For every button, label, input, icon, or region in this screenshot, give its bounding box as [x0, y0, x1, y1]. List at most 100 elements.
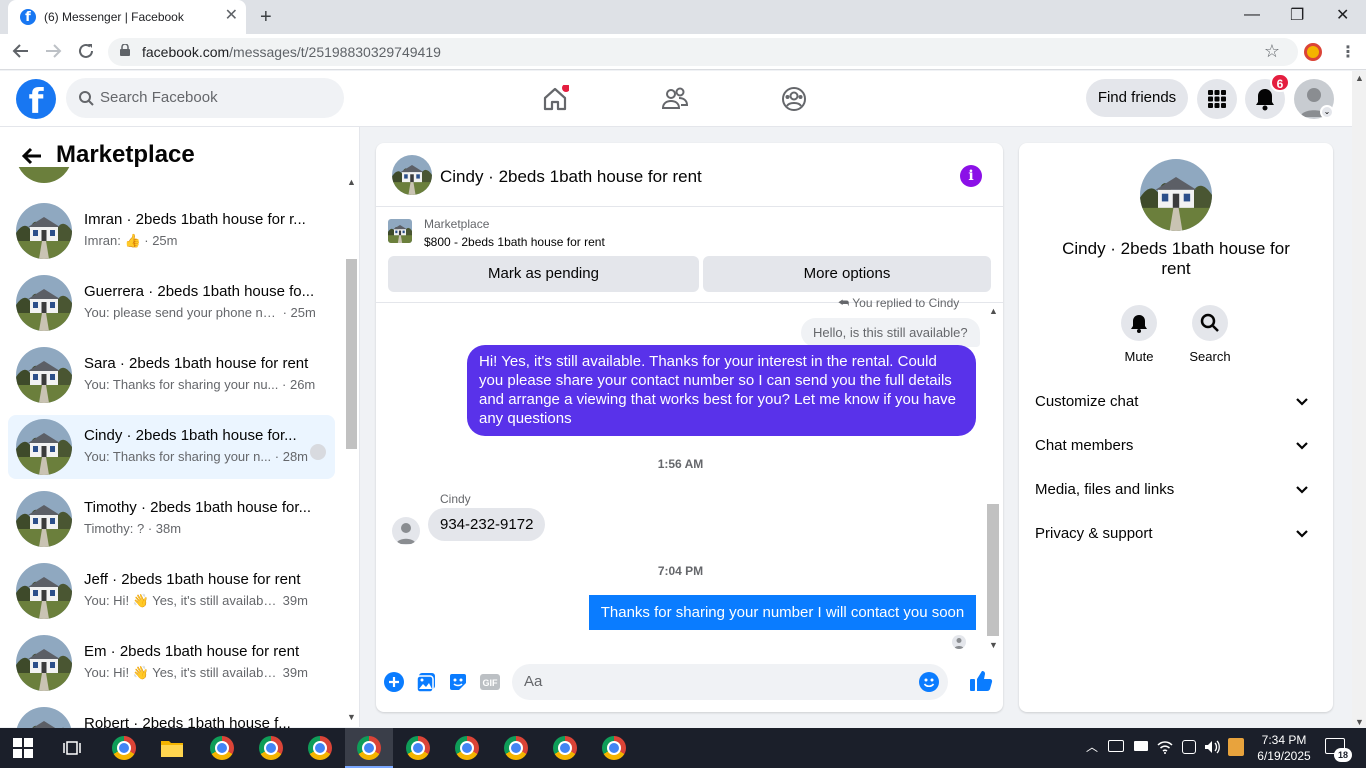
- profile-name: Cindy · 2beds 1bath house for rent: [1062, 239, 1290, 278]
- account-chevron-icon[interactable]: ⌄: [1320, 105, 1334, 119]
- chevron-down-icon: [1296, 398, 1308, 406]
- maximize-icon[interactable]: ❐: [1290, 5, 1304, 25]
- sticker-icon[interactable]: [447, 671, 469, 693]
- forward-icon[interactable]: [44, 42, 62, 65]
- bookmark-star-icon[interactable]: ☆: [1264, 41, 1280, 62]
- conversation-item[interactable]: Cindy · 2beds 1bath house for... You: Tha…: [8, 415, 335, 479]
- chrome-taskbar-icon[interactable]: [308, 736, 332, 760]
- close-tab-icon[interactable]: ✕: [225, 8, 238, 24]
- chrome-taskbar-icon[interactable]: [112, 736, 136, 760]
- chat-avatar[interactable]: [392, 155, 432, 195]
- windows-taskbar: ︿ 7:34 PM 6/19/2025 18: [0, 728, 1366, 768]
- system-clock[interactable]: 7:34 PM 6/19/2025: [1252, 732, 1316, 764]
- search-in-conversation-button[interactable]: Search: [1185, 305, 1235, 364]
- listing-thumbnail[interactable]: [388, 219, 412, 243]
- home-icon[interactable]: [541, 84, 570, 113]
- conversation-thumbnail: [16, 635, 72, 691]
- mute-button[interactable]: Mute: [1114, 305, 1164, 364]
- replied-indicator: ⮪ You replied to Cindy: [838, 296, 960, 310]
- file-explorer-icon[interactable]: [160, 736, 184, 760]
- conversation-name: Sara · 2beds 1bath house for rent: [84, 355, 309, 372]
- back-arrow-icon[interactable]: [20, 144, 44, 168]
- notification-center-count: 18: [1334, 748, 1352, 762]
- camera-icon[interactable]: [1182, 740, 1196, 754]
- conversation-name: Imran · 2beds 1bath house for r...: [84, 211, 306, 228]
- wifi-icon[interactable]: [1157, 739, 1173, 755]
- extension-icon[interactable]: [1304, 43, 1322, 61]
- chat-title[interactable]: Cindy · 2beds 1bath house for rent: [440, 167, 702, 187]
- conversation-time: · 25m: [140, 233, 178, 248]
- conversation-item[interactable]: Timothy · 2beds 1bath house for... Timoth…: [8, 487, 335, 551]
- mark-as-pending-button[interactable]: Mark as pending: [388, 256, 699, 292]
- info-section-row[interactable]: Chat members: [1035, 424, 1317, 468]
- battery-icon[interactable]: [1134, 741, 1148, 751]
- new-tab-icon[interactable]: +: [260, 6, 272, 29]
- chat-scrollbar-thumb[interactable]: [987, 504, 999, 636]
- url-omnibox[interactable]: facebook.com/messages/t/2519883032974941…: [108, 38, 1298, 66]
- browser-tab[interactable]: f (6) Messenger | Facebook ✕: [8, 0, 246, 34]
- plus-icon[interactable]: [383, 671, 405, 693]
- search-facebook-input[interactable]: Search Facebook: [66, 78, 344, 118]
- conversation-preview-text: You: please send your phone nu...: [84, 305, 279, 320]
- svg-text:GIF: GIF: [483, 678, 499, 688]
- groups-icon[interactable]: [780, 85, 808, 113]
- window-close-icon[interactable]: ✕: [1336, 5, 1349, 25]
- language-icon[interactable]: [1228, 738, 1244, 756]
- more-options-button[interactable]: More options: [703, 256, 991, 292]
- chrome-taskbar-icon[interactable]: [357, 736, 381, 760]
- conversation-item[interactable]: Sara · 2beds 1bath house for rent You: Th…: [8, 343, 335, 407]
- facebook-logo-icon[interactable]: f: [16, 79, 56, 122]
- info-section-label: Chat members: [1035, 437, 1134, 454]
- network-disconnected-icon[interactable]: [1108, 740, 1124, 752]
- info-section-row[interactable]: Privacy & support: [1035, 512, 1317, 556]
- conversation-item[interactable]: Em · 2beds 1bath house for rent You: Hi! …: [8, 631, 335, 695]
- quoted-message[interactable]: Hello, is this still available?: [801, 318, 980, 347]
- conversation-info-panel: Cindy · 2beds 1bath house for rent Mute …: [1019, 143, 1333, 712]
- conversation-thumbnail: [16, 275, 72, 331]
- message-input[interactable]: Aa: [512, 664, 948, 700]
- friends-icon[interactable]: [661, 85, 689, 113]
- menu-grid-button[interactable]: [1197, 79, 1237, 119]
- like-icon[interactable]: [969, 669, 993, 693]
- conversation-item[interactable]: Guerrera · 2beds 1bath house fo... You: p…: [8, 271, 335, 335]
- sender-avatar[interactable]: [392, 517, 420, 545]
- tray-chevron-icon[interactable]: ︿: [1086, 738, 1098, 755]
- conversation-preview: You: please send your phone nu... · 25m: [84, 305, 324, 320]
- info-section-row[interactable]: Customize chat: [1035, 380, 1317, 424]
- listing-title[interactable]: $800 - 2beds 1bath house for rent: [424, 235, 605, 249]
- profile-avatar[interactable]: [1140, 159, 1212, 231]
- chrome-taskbar-icon[interactable]: [553, 736, 577, 760]
- chrome-taskbar-icon[interactable]: [504, 736, 528, 760]
- chrome-taskbar-icon[interactable]: [602, 736, 626, 760]
- search-icon: [1200, 313, 1219, 332]
- lock-icon: [120, 44, 130, 56]
- emoji-icon[interactable]: [918, 671, 940, 693]
- info-icon[interactable]: i: [960, 165, 982, 187]
- reload-icon[interactable]: [77, 42, 95, 65]
- page-scrollbar[interactable]: ▲ ▼: [1352, 71, 1366, 727]
- chrome-taskbar-icon[interactable]: [406, 736, 430, 760]
- outgoing-message[interactable]: Hi! Yes, it's still available. Thanks fo…: [467, 345, 976, 436]
- photo-icon[interactable]: [415, 671, 437, 693]
- minimize-icon[interactable]: —: [1244, 6, 1260, 24]
- chrome-taskbar-icon[interactable]: [210, 736, 234, 760]
- conversation-item[interactable]: Jeff · 2beds 1bath house for rent You: Hi…: [8, 559, 335, 623]
- chrome-taskbar-icon[interactable]: [455, 736, 479, 760]
- chrome-taskbar-icon[interactable]: [259, 736, 283, 760]
- conversation-thumbnail: [16, 347, 72, 403]
- conversation-time: · 38m: [144, 521, 182, 536]
- incoming-message[interactable]: 934-232-9172: [428, 508, 546, 541]
- volume-icon[interactable]: [1203, 739, 1221, 755]
- find-friends-button[interactable]: Find friends: [1086, 79, 1188, 117]
- sidebar-scrollbar-thumb[interactable]: [346, 259, 357, 449]
- back-icon[interactable]: [12, 42, 30, 65]
- outgoing-message[interactable]: Thanks for sharing your number I will co…: [589, 595, 976, 630]
- windows-start-icon[interactable]: [13, 738, 33, 758]
- gif-icon[interactable]: GIF: [479, 671, 501, 693]
- task-view-icon[interactable]: [62, 738, 82, 758]
- chevron-down-icon: [1296, 530, 1308, 538]
- conversation-time: · 26m: [278, 377, 316, 392]
- browser-menu-icon[interactable]: ⋮: [1340, 42, 1356, 62]
- info-section-row[interactable]: Media, files and links: [1035, 468, 1317, 512]
- conversation-item[interactable]: Imran · 2beds 1bath house for r... Imran:…: [8, 199, 335, 263]
